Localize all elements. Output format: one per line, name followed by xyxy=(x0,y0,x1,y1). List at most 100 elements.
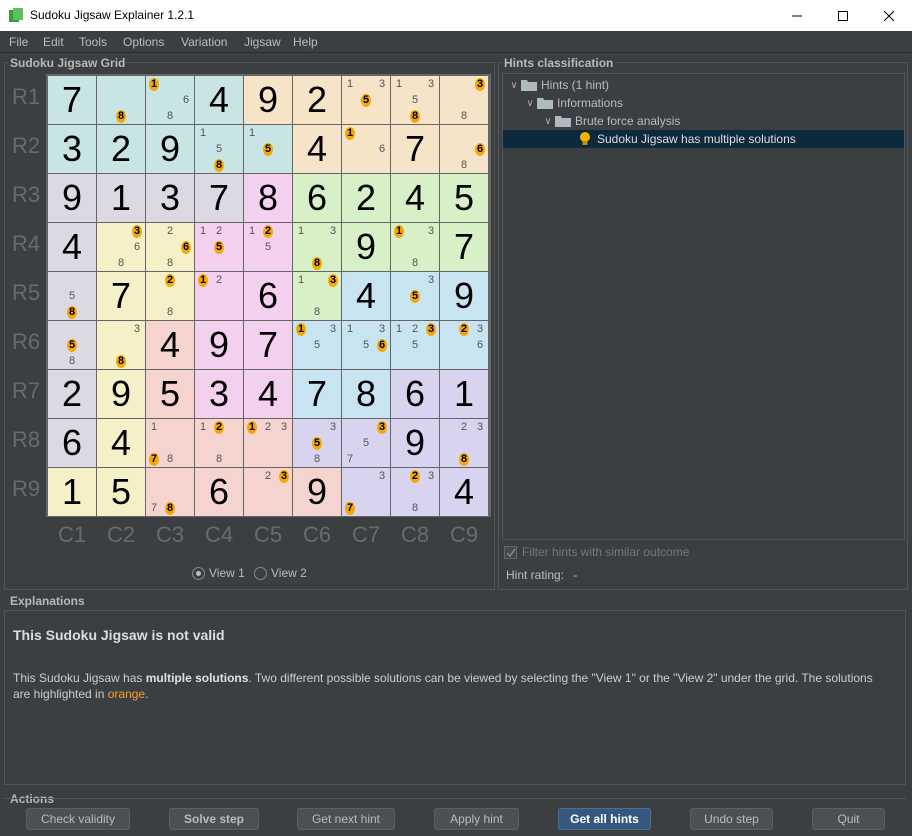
grid-cell[interactable]: 3 xyxy=(195,370,243,418)
grid-cell[interactable]: 5 xyxy=(146,370,194,418)
grid-cell[interactable]: 4 xyxy=(244,370,292,418)
filter-hints-checkbox[interactable]: Filter hints with similar outcome xyxy=(504,545,689,559)
view-2-radio[interactable]: View 2 xyxy=(254,566,307,580)
grid-cell[interactable]: 7 xyxy=(195,174,243,222)
grid-cell[interactable]: 9 xyxy=(97,370,145,418)
grid-cell[interactable]: 8 xyxy=(342,370,390,418)
menu-edit[interactable]: Edit xyxy=(43,35,64,49)
chevron-down-icon[interactable]: ∨ xyxy=(523,98,537,109)
grid-cell[interactable]: 4 xyxy=(146,321,194,369)
menu-options[interactable]: Options xyxy=(123,35,164,49)
grid-cell[interactable]: 23 6 xyxy=(440,321,488,369)
maximize-button[interactable] xyxy=(820,0,866,31)
check-validity-button[interactable]: Check validity xyxy=(26,808,130,830)
grid-cell[interactable]: 4 xyxy=(97,419,145,467)
grid-cell[interactable]: 6 xyxy=(195,468,243,516)
tree-node-multiple-solutions[interactable]: Sudoku Jigsaw has multiple solutions xyxy=(503,130,904,148)
grid-cell[interactable]: 8 xyxy=(97,76,145,124)
hints-tree[interactable]: ∨ Hints (1 hint) ∨ Informations ∨ Brute … xyxy=(502,73,905,540)
grid-cell[interactable]: 78 xyxy=(146,468,194,516)
grid-cell[interactable]: 7 xyxy=(391,125,439,173)
apply-hint-button[interactable]: Apply hint xyxy=(434,808,519,830)
grid-cell[interactable]: 123 xyxy=(244,419,292,467)
grid-cell[interactable]: 1 3 8 xyxy=(293,272,341,320)
grid-cell[interactable]: 1235 xyxy=(391,321,439,369)
grid-cell[interactable]: 2 xyxy=(342,174,390,222)
view-1-radio[interactable]: View 1 xyxy=(192,566,245,580)
grid-cell[interactable]: 1 xyxy=(48,468,96,516)
grid-cell[interactable]: 1 35 8 xyxy=(391,76,439,124)
grid-cell[interactable]: 9 xyxy=(342,223,390,271)
grid-cell[interactable]: 38 xyxy=(97,321,145,369)
grid-cell[interactable]: 9 xyxy=(195,321,243,369)
grid-cell[interactable]: 37 xyxy=(342,468,390,516)
grid-cell[interactable]: 7 xyxy=(48,76,96,124)
minimize-button[interactable] xyxy=(774,0,820,31)
grid-cell[interactable]: 23 xyxy=(244,468,292,516)
grid-cell[interactable]: 8 xyxy=(244,174,292,222)
chevron-down-icon[interactable]: ∨ xyxy=(541,116,555,127)
tree-node-brute-force[interactable]: ∨ Brute force analysis xyxy=(541,112,891,130)
grid-cell[interactable]: 7 xyxy=(440,223,488,271)
grid-cell[interactable]: 1 xyxy=(440,370,488,418)
grid-cell[interactable]: 9 xyxy=(391,419,439,467)
quit-button[interactable]: Quit xyxy=(812,808,885,830)
grid-cell[interactable]: 1 3 8 xyxy=(293,223,341,271)
chevron-down-icon[interactable]: ∨ xyxy=(507,80,521,91)
grid-cell[interactable]: 2 xyxy=(293,76,341,124)
grid-cell[interactable]: 1 35 xyxy=(293,321,341,369)
menu-help[interactable]: Help xyxy=(293,35,318,49)
grid-cell[interactable]: 12 8 xyxy=(195,419,243,467)
grid-cell[interactable]: 5 xyxy=(440,174,488,222)
undo-step-button[interactable]: Undo step xyxy=(690,808,773,830)
grid-cell[interactable]: 15 8 xyxy=(195,125,243,173)
grid-cell[interactable]: 35 8 xyxy=(293,419,341,467)
get-all-hints-button[interactable]: Get all hints xyxy=(558,808,651,830)
grid-cell[interactable]: 7 xyxy=(97,272,145,320)
grid-cell[interactable]: 6 xyxy=(244,272,292,320)
grid-cell[interactable]: 4 xyxy=(342,272,390,320)
grid-cell[interactable]: 1 35 xyxy=(342,76,390,124)
grid-cell[interactable]: 6 xyxy=(293,174,341,222)
grid-cell[interactable]: 9 xyxy=(146,125,194,173)
sudoku-grid[interactable]: 7816849213513583832915815416768913786245… xyxy=(46,74,491,517)
close-button[interactable] xyxy=(866,0,912,31)
grid-cell[interactable]: 68 xyxy=(440,125,488,173)
grid-cell[interactable]: 9 xyxy=(48,174,96,222)
grid-cell[interactable]: 1 78 xyxy=(146,419,194,467)
grid-cell[interactable]: 4 xyxy=(48,223,96,271)
grid-cell[interactable]: 7 xyxy=(293,370,341,418)
grid-cell[interactable]: 3 xyxy=(146,174,194,222)
grid-cell[interactable]: 28 xyxy=(146,272,194,320)
grid-cell[interactable]: 9 xyxy=(440,272,488,320)
grid-cell[interactable]: 4 xyxy=(293,125,341,173)
grid-cell[interactable]: 38 xyxy=(440,76,488,124)
grid-cell[interactable]: 268 xyxy=(146,223,194,271)
solve-step-button[interactable]: Solve step xyxy=(169,808,259,830)
grid-cell[interactable]: 9 xyxy=(293,468,341,516)
grid-cell[interactable]: 16 xyxy=(342,125,390,173)
grid-cell[interactable]: 35 xyxy=(391,272,439,320)
grid-cell[interactable]: 6 xyxy=(48,419,96,467)
tree-node-hints[interactable]: ∨ Hints (1 hint) xyxy=(507,76,897,94)
tree-node-informations[interactable]: ∨ Informations xyxy=(523,94,893,112)
grid-cell[interactable]: 5 xyxy=(97,468,145,516)
grid-cell[interactable]: 1 xyxy=(97,174,145,222)
grid-cell[interactable]: 3 xyxy=(48,125,96,173)
grid-cell[interactable]: 1 68 xyxy=(146,76,194,124)
menu-tools[interactable]: Tools xyxy=(79,35,107,49)
grid-cell[interactable]: 357 xyxy=(342,419,390,467)
grid-cell[interactable]: 58 xyxy=(48,272,96,320)
grid-cell[interactable]: 4 xyxy=(440,468,488,516)
grid-cell[interactable]: 58 xyxy=(48,321,96,369)
grid-cell[interactable]: 12 5 xyxy=(244,223,292,271)
grid-cell[interactable]: 7 xyxy=(244,321,292,369)
menu-file[interactable]: File xyxy=(9,35,28,49)
grid-cell[interactable]: 2 xyxy=(97,125,145,173)
grid-cell[interactable]: 4 xyxy=(195,76,243,124)
grid-cell[interactable]: 4 xyxy=(391,174,439,222)
get-next-hint-button[interactable]: Get next hint xyxy=(297,808,395,830)
grid-cell[interactable]: 6 xyxy=(391,370,439,418)
grid-cell[interactable]: 12 xyxy=(195,272,243,320)
grid-cell[interactable]: 2 xyxy=(48,370,96,418)
